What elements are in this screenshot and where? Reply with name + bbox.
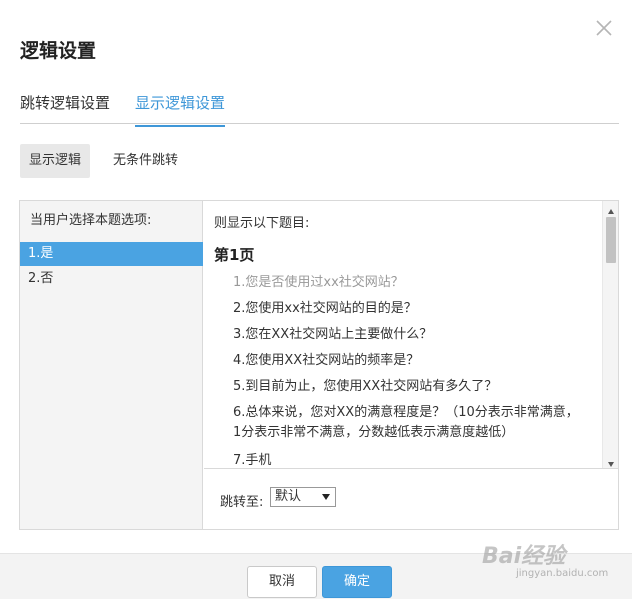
option-list-header: 当用户选择本题选项: bbox=[30, 213, 152, 228]
question-scroll-area[interactable]: 则显示以下题目: 第1页 1.您是否使用过xx社交网站？ 2.您使用xx社交网站… bbox=[204, 201, 618, 469]
jump-label: 跳转至: bbox=[220, 495, 264, 510]
logic-panel: 当用户选择本题选项: 1.是 2.否 则显示以下题目: 第1页 1.您是否使用过… bbox=[19, 200, 619, 530]
question-panel-header: 则显示以下题目: bbox=[214, 216, 310, 231]
question-panel: 则显示以下题目: 第1页 1.您是否使用过xx社交网站？ 2.您使用xx社交网站… bbox=[204, 201, 618, 529]
tab-jump-logic[interactable]: 跳转逻辑设置 bbox=[20, 92, 110, 125]
dialog-title: 逻辑设置 bbox=[20, 40, 97, 62]
cancel-button[interactable]: 取消 bbox=[247, 566, 317, 598]
question-item-6[interactable]: 6.总体来说，您对XX的满意程度是？（10分表示非常满意，1分表示非常不满意，分… bbox=[233, 403, 579, 443]
tab-display-logic[interactable]: 显示逻辑设置 bbox=[135, 92, 226, 127]
scroll-down-arrow-icon[interactable] bbox=[607, 457, 615, 467]
confirm-button[interactable]: 确定 bbox=[322, 566, 392, 598]
option-list: 当用户选择本题选项: 1.是 2.否 bbox=[20, 201, 203, 529]
option-item-yes[interactable]: 1.是 bbox=[20, 242, 203, 266]
logic-settings-dialog: 逻辑设置 跳转逻辑设置 显示逻辑设置 显示逻辑 无条件跳转 当用户选择本题选项:… bbox=[0, 0, 632, 599]
dialog-footer: 取消 确定 bbox=[0, 553, 632, 599]
jump-target-select[interactable]: 默认 bbox=[270, 487, 336, 507]
scrollbar-thumb[interactable] bbox=[606, 217, 616, 263]
option-item-no[interactable]: 2.否 bbox=[20, 267, 203, 291]
subtab-display-logic[interactable]: 显示逻辑 bbox=[20, 144, 91, 178]
tab-bar: 跳转逻辑设置 显示逻辑设置 bbox=[20, 84, 619, 127]
page-label: 第1页 bbox=[214, 246, 255, 264]
close-icon[interactable] bbox=[594, 18, 614, 38]
jump-target-value: 默认 bbox=[275, 489, 302, 504]
question-item-5[interactable]: 5.到目前为止，您使用XX社交网站有多久了？ bbox=[233, 377, 579, 397]
question-scrollbar[interactable] bbox=[602, 201, 618, 468]
question-item-4[interactable]: 4.您使用XX社交网站的频率是？ bbox=[233, 351, 579, 371]
scroll-up-arrow-icon[interactable] bbox=[607, 205, 615, 214]
question-item-1: 1.您是否使用过xx社交网站？ bbox=[233, 275, 404, 290]
question-item-3[interactable]: 3.您在XX社交网站上主要做什么？ bbox=[233, 325, 579, 345]
subtab-unconditional-jump[interactable]: 无条件跳转 bbox=[104, 144, 187, 178]
question-item-7[interactable]: 7.手机 bbox=[233, 451, 579, 468]
chevron-down-icon bbox=[322, 494, 330, 500]
question-item-2[interactable]: 2.您使用xx社交网站的目的是？ bbox=[233, 299, 579, 319]
